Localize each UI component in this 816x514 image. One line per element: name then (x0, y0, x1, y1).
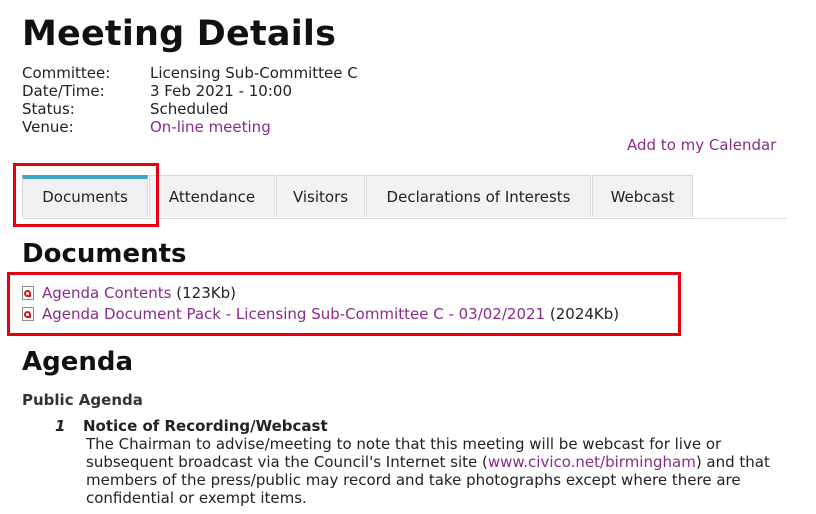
status-value: Scheduled (150, 100, 229, 118)
agenda-item-description: The Chairman to advise/meeting to note t… (86, 435, 798, 507)
pdf-icon (22, 307, 34, 321)
agenda-heading: Agenda (22, 347, 134, 377)
documents-list-highlight (7, 272, 681, 336)
civico-link[interactable]: www.civico.net/birmingham (488, 453, 696, 471)
tab-declarations-of-interests[interactable]: Declarations of Interests (366, 175, 591, 217)
documents-heading: Documents (22, 239, 187, 269)
committee-row: Committee: Licensing Sub-Committee C (22, 64, 358, 82)
meeting-details: Committee: Licensing Sub-Committee C Dat… (22, 64, 358, 136)
add-to-calendar-link[interactable]: Add to my Calendar (627, 136, 776, 154)
committee-value: Licensing Sub-Committee C (150, 64, 358, 82)
document-item: Agenda Document Pack - Licensing Sub-Com… (22, 305, 619, 323)
status-label: Status: (22, 100, 75, 118)
status-row: Status: Scheduled (22, 100, 358, 118)
page-title: Meeting Details (22, 14, 337, 54)
document-item: Agenda Contents (123Kb) (22, 284, 236, 302)
venue-link[interactable]: On-line meeting (150, 118, 271, 136)
datetime-row: Date/Time: 3 Feb 2021 - 10:00 (22, 82, 358, 100)
public-agenda-heading: Public Agenda (22, 391, 143, 409)
agenda-item-number: 1 (55, 417, 66, 435)
tab-documents[interactable]: Documents (22, 175, 148, 217)
tab-attendance[interactable]: Attendance (149, 175, 275, 217)
datetime-label: Date/Time: (22, 82, 105, 100)
document-size: (2024Kb) (549, 305, 620, 323)
venue-row: Venue: On-line meeting (22, 118, 358, 136)
agenda-item-title: Notice of Recording/Webcast (83, 417, 328, 435)
tab-visitors[interactable]: Visitors (276, 175, 365, 217)
document-size: (123Kb) (176, 284, 236, 302)
agenda-document-pack-link[interactable]: Agenda Document Pack - Licensing Sub-Com… (42, 305, 545, 323)
tab-bar: Documents Attendance Visitors Declaratio… (22, 175, 787, 219)
tab-webcast[interactable]: Webcast (592, 175, 693, 217)
agenda-contents-link[interactable]: Agenda Contents (42, 284, 171, 302)
venue-label: Venue: (22, 118, 74, 136)
committee-label: Committee: (22, 64, 111, 82)
pdf-icon (22, 286, 34, 300)
datetime-value: 3 Feb 2021 - 10:00 (150, 82, 292, 100)
